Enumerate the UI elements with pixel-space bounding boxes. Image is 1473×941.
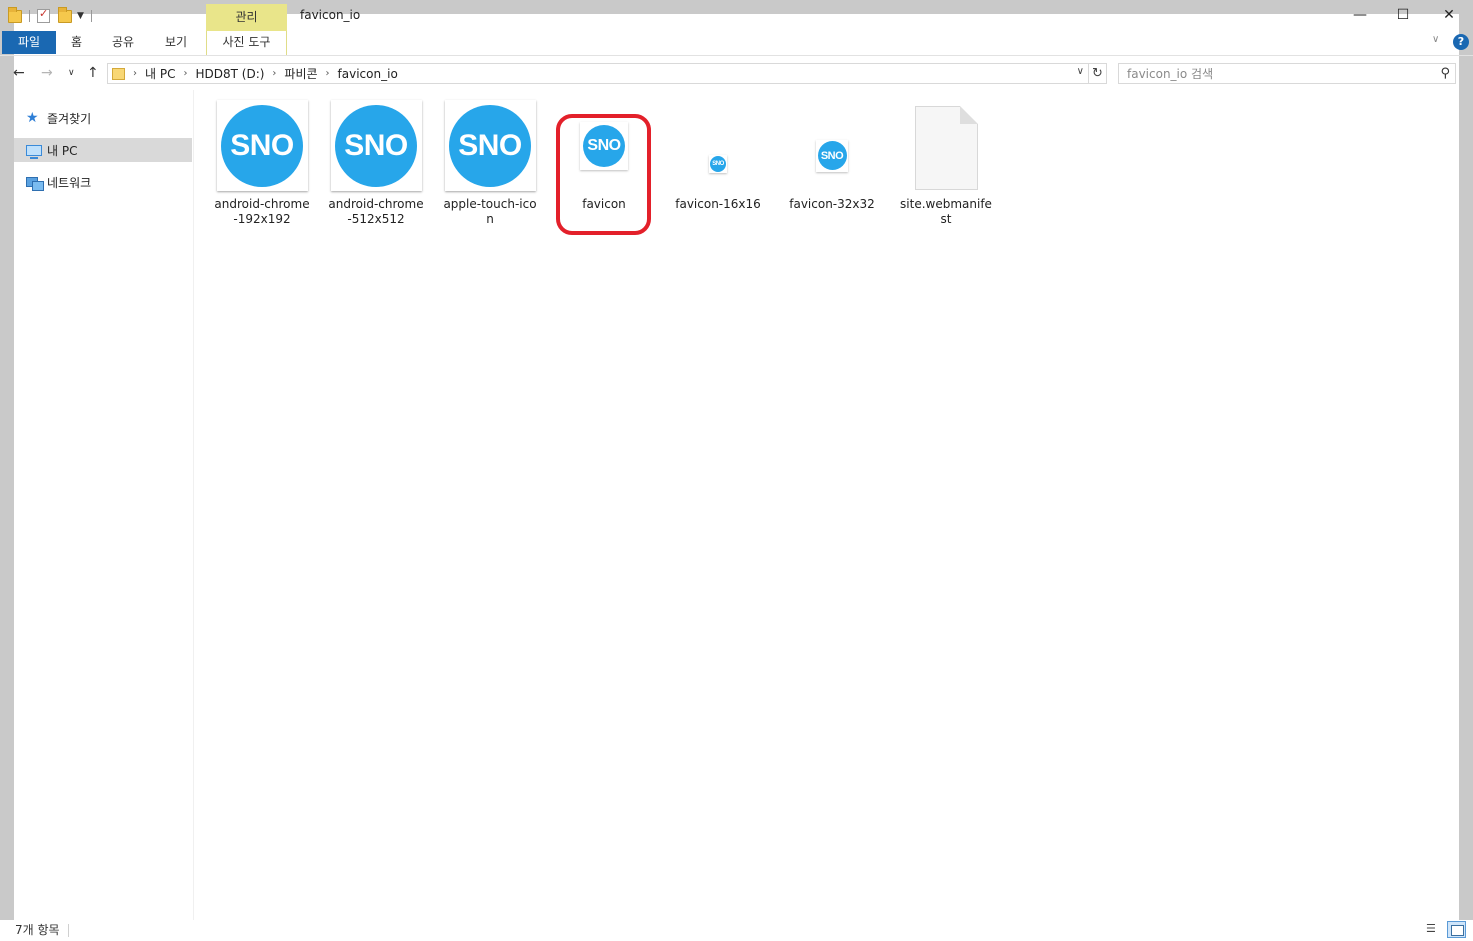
divider — [29, 10, 30, 22]
large-icons-view-icon[interactable] — [1447, 921, 1466, 938]
thumbnail: SNO — [784, 100, 880, 191]
item-count: 7개 항목 — [15, 923, 60, 937]
tab-file[interactable]: 파일 — [2, 31, 56, 54]
folder-icon[interactable] — [8, 6, 22, 23]
back-button[interactable]: ← — [13, 65, 25, 81]
expand-ribbon-icon[interactable]: ∨ — [1432, 34, 1439, 45]
refresh-button[interactable]: ↻ — [1089, 63, 1107, 84]
thumbnail: SNO — [216, 100, 308, 191]
tab-picture-tools[interactable]: 사진 도구 — [206, 31, 287, 55]
sidebar-item-this-pc[interactable]: 내 PC — [14, 138, 192, 162]
maximize-button[interactable]: ☐ — [1393, 5, 1413, 25]
document-icon — [914, 105, 978, 190]
properties-icon[interactable] — [37, 7, 50, 23]
file-item[interactable]: SNO apple-touch-icon — [442, 100, 538, 227]
ribbon-tabs: 파일 홈 공유 보기 사진 도구 ∨ ? — [0, 31, 1473, 56]
sidebar-item-label: 내 PC — [47, 143, 78, 158]
search-input[interactable] — [1127, 64, 1427, 83]
sno-logo-image: SNO — [449, 104, 531, 187]
file-name: site.webmanifest — [900, 197, 992, 226]
chevron-right-icon[interactable]: › — [183, 68, 187, 79]
sno-logo-image: SNO — [710, 155, 726, 172]
thumbnail: SNO — [444, 100, 536, 191]
folder-icon — [112, 67, 125, 80]
file-item[interactable]: SNO favicon-16x16 — [670, 100, 766, 212]
customize-toolbar-icon[interactable]: ▼ — [77, 11, 84, 21]
breadcrumb-favicon-folder[interactable]: 파비콘 — [284, 65, 317, 82]
close-button[interactable]: ✕ — [1439, 5, 1459, 25]
breadcrumb-drive[interactable]: HDD8T (D:) — [195, 67, 264, 81]
star-icon: ★ — [26, 110, 39, 126]
details-view-icon[interactable]: ☰ — [1426, 922, 1442, 936]
sno-logo-image: SNO — [221, 104, 303, 187]
network-icon — [26, 175, 44, 191]
breadcrumb-this-pc[interactable]: 내 PC — [145, 65, 175, 82]
chevron-right-icon[interactable]: › — [133, 68, 137, 79]
file-name: android-chrome-512x512 — [328, 197, 424, 226]
file-name: favicon-16x16 — [675, 197, 761, 211]
tab-home[interactable]: 홈 — [71, 31, 82, 54]
file-item[interactable]: SNO favicon-32x32 — [784, 100, 880, 212]
chevron-right-icon[interactable]: › — [326, 68, 330, 79]
breadcrumb-current-folder[interactable]: favicon_io — [338, 67, 398, 81]
up-button[interactable]: ↑ — [87, 65, 99, 81]
computer-icon — [26, 144, 42, 159]
thumbnail — [898, 100, 994, 191]
window-title: favicon_io — [300, 8, 361, 22]
tab-view[interactable]: 보기 — [165, 31, 187, 54]
quick-access-toolbar: ▼ — [8, 6, 99, 26]
new-folder-icon[interactable] — [58, 6, 72, 23]
file-list: SNO android-chrome-192x192 SNO android-c… — [195, 90, 1458, 920]
status-bar: 7개 항목 ☰ — [0, 920, 1473, 941]
file-name: android-chrome-192x192 — [214, 197, 310, 226]
chevron-right-icon[interactable]: › — [272, 68, 276, 79]
address-bar[interactable]: › 내 PC › HDD8T (D:) › 파비콘 › favicon_io ∨ — [107, 63, 1089, 84]
navigation-bar: ← → ∨ ↑ › 내 PC › HDD8T (D:) › 파비콘 › favi… — [0, 57, 1473, 89]
file-name: favicon-32x32 — [789, 197, 875, 211]
file-item[interactable]: SNO android-chrome-512x512 — [328, 100, 424, 227]
divider — [90, 10, 92, 22]
divider — [68, 924, 69, 937]
title-bar: ▼ 관리 favicon_io — ☐ ✕ — [0, 0, 1473, 31]
sidebar-item-label: 즐겨찾기 — [47, 111, 92, 126]
file-item[interactable]: site.webmanifest — [898, 100, 994, 227]
icon-frame: SNO — [816, 139, 848, 172]
sidebar-item-label: 네트워크 — [47, 175, 92, 190]
sno-logo-image: SNO — [817, 141, 847, 170]
tab-manage[interactable]: 관리 — [206, 4, 287, 31]
tab-share[interactable]: 공유 — [112, 31, 134, 54]
file-item[interactable]: SNO android-chrome-192x192 — [214, 100, 310, 227]
thumbnail: SNO — [670, 100, 766, 191]
sidebar-item-quick-access[interactable]: ★ 즐겨찾기 — [14, 106, 192, 130]
recent-locations-button[interactable]: ∨ — [68, 68, 75, 78]
search-icon[interactable]: ⚲ — [1440, 66, 1450, 81]
chevron-down-icon[interactable]: ∨ — [1077, 66, 1084, 77]
file-name: apple-touch-icon — [443, 197, 537, 226]
forward-button[interactable]: → — [41, 65, 53, 81]
sno-logo-image: SNO — [335, 104, 417, 187]
search-box[interactable]: ⚲ — [1118, 63, 1456, 84]
red-highlight-box — [556, 114, 651, 235]
sidebar-item-network[interactable]: 네트워크 — [14, 170, 192, 194]
navigation-pane: ★ 즐겨찾기 내 PC 네트워크 — [14, 90, 194, 920]
minimize-button[interactable]: — — [1350, 5, 1370, 25]
explorer-window: ▼ 관리 favicon_io — ☐ ✕ 파일 홈 공유 보기 사진 도구 ∨… — [0, 0, 1473, 941]
thumbnail: SNO — [330, 100, 422, 191]
icon-frame: SNO — [709, 154, 727, 173]
help-icon[interactable]: ? — [1453, 34, 1469, 50]
